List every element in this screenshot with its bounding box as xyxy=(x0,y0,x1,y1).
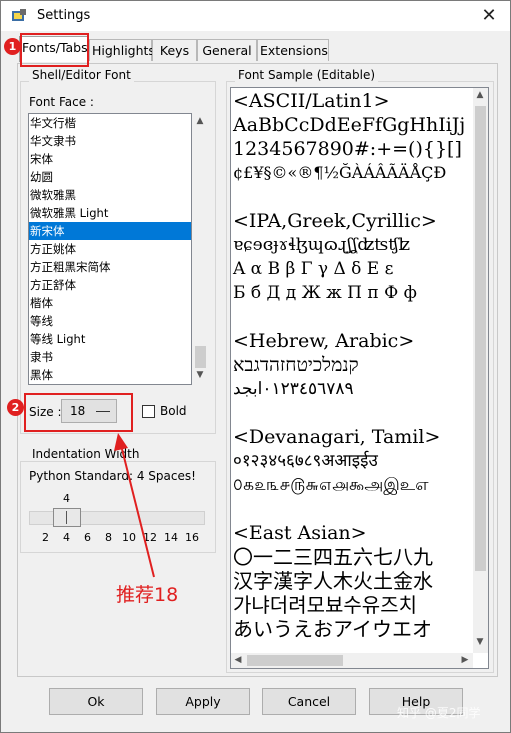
font-item[interactable]: 黑体 xyxy=(29,366,191,384)
annotation-badge-2: 2 xyxy=(7,399,24,416)
scroll-thumb[interactable] xyxy=(247,655,343,666)
sample-group-label: Font Sample (Editable) xyxy=(235,68,379,82)
annotation-arrow-icon xyxy=(114,433,155,578)
cancel-button[interactable]: Cancel xyxy=(262,688,356,715)
scroll-left-icon[interactable]: ◀ xyxy=(232,655,244,665)
font-item[interactable]: 微软雅黑 Light xyxy=(29,204,191,222)
font-item[interactable]: 华文行楷 xyxy=(29,114,191,132)
font-item[interactable]: 微软雅黑 xyxy=(29,186,191,204)
apply-button[interactable]: Apply xyxy=(156,688,250,715)
tick-label: 6 xyxy=(84,531,91,544)
annotation-box-size xyxy=(24,393,133,432)
tick-label: 4 xyxy=(63,531,70,544)
tab-highlights[interactable]: Highlights xyxy=(89,39,155,61)
tick-label: 2 xyxy=(42,531,49,544)
scroll-right-icon[interactable]: ▶ xyxy=(459,655,471,665)
sample-line: 汉字漢字人木火土金水 xyxy=(233,569,433,593)
sample-vscrollbar[interactable]: ▲ ▼ xyxy=(473,88,488,653)
tick-label: 14 xyxy=(164,531,178,544)
settings-window: Settings ✕ Fonts/Tabs Highlights Keys Ge… xyxy=(0,0,511,733)
sample-line: 1234567890#:+=(){}[] xyxy=(233,138,462,160)
bold-label: Bold xyxy=(160,404,187,418)
tab-keys[interactable]: Keys xyxy=(152,39,197,61)
font-item[interactable]: 幼圆 xyxy=(29,168,191,186)
sample-line: あいうえおアイウエオ xyxy=(233,617,432,641)
scroll-thumb[interactable] xyxy=(195,346,206,368)
app-icon xyxy=(11,9,27,23)
sample-line: A α B β Γ γ Δ δ Ε ε xyxy=(233,259,394,279)
watermark-text: 知乎 @夏2同学 xyxy=(397,706,481,720)
font-list-scrollbar[interactable]: ▲ ▼ xyxy=(193,114,208,384)
bold-checkbox[interactable] xyxy=(142,405,155,418)
font-face-label: Font Face : xyxy=(29,95,94,109)
scroll-thumb[interactable] xyxy=(475,106,486,571)
sample-line: <Devanagari, Tamil> xyxy=(233,426,441,448)
sample-hscrollbar[interactable]: ◀ ▶ xyxy=(231,653,473,668)
font-item[interactable]: 宋体 xyxy=(29,150,191,168)
scroll-up-icon[interactable]: ▲ xyxy=(474,90,486,100)
sample-line: 〇一二三四五六七八九 xyxy=(233,545,433,569)
sample-line: <Hebrew, Arabic> xyxy=(233,330,415,352)
sample-line: ٠١٢٣٤٥٦٧٨٩ابجد xyxy=(233,379,354,399)
font-sample-textarea[interactable]: <ASCII/Latin1> AaBbCcDdEeFfGgHhIiJj 1234… xyxy=(230,87,489,669)
tab-extensions[interactable]: Extensions xyxy=(257,39,329,61)
tab-general[interactable]: General xyxy=(197,39,257,61)
font-face-list[interactable]: 华文行楷 华文隶书 宋体 幼圆 微软雅黑 微软雅黑 Light 新宋体 方正姚体… xyxy=(28,113,192,385)
scroll-down-icon[interactable]: ▼ xyxy=(474,637,486,647)
shell-font-group-label: Shell/Editor Font xyxy=(29,68,134,82)
font-item[interactable]: 方正姚体 xyxy=(29,240,191,258)
window-title: Settings xyxy=(37,8,91,23)
ok-button[interactable]: Ok xyxy=(49,688,143,715)
annotation-recommend-text: 推荐18 xyxy=(116,584,179,606)
sample-line: קנמלכיטחזהדגבא xyxy=(233,354,359,376)
font-item[interactable]: 等线 Light xyxy=(29,330,191,348)
font-item[interactable]: 华文隶书 xyxy=(29,132,191,150)
annotation-box-tab xyxy=(20,33,89,67)
font-item[interactable]: 方正粗黑宋简体 xyxy=(29,258,191,276)
font-item-selected[interactable]: 新宋体 xyxy=(29,222,191,240)
sample-line: ௦௧௨௩௪௫௬௭௮௯அஇஉஎ xyxy=(233,475,429,495)
scroll-up-icon[interactable]: ▲ xyxy=(194,116,206,126)
indent-slider-handle[interactable] xyxy=(53,508,81,527)
sample-line: <ASCII/Latin1> xyxy=(233,90,390,112)
font-item[interactable]: 楷体 xyxy=(29,294,191,312)
sample-line: <IPA,Greek,Cyrillic> xyxy=(233,210,437,232)
sample-line: ०१२३४५६७८९अआइईउ xyxy=(233,451,378,471)
close-icon[interactable]: ✕ xyxy=(471,3,507,29)
tick-label: 16 xyxy=(185,531,199,544)
title-bar: Settings ✕ xyxy=(1,1,510,31)
indent-value: 4 xyxy=(63,492,70,505)
sample-line: AaBbCcDdEeFfGgHhIiJj xyxy=(233,114,466,136)
slider-grip-icon xyxy=(66,511,67,524)
font-item[interactable]: 等线 xyxy=(29,312,191,330)
sample-line: Б б Д д Ж ж П п Ф ф xyxy=(233,283,417,303)
sample-line: 가냐더려모뵤수유즈치 xyxy=(233,593,417,617)
sample-line: <East Asian> xyxy=(233,522,367,544)
font-item[interactable]: 方正舒体 xyxy=(29,276,191,294)
scroll-down-icon[interactable]: ▼ xyxy=(194,370,206,380)
sample-line: ¢£¥§©«®¶½ĞÀÁÂÃÄÅÇÐ xyxy=(233,163,447,182)
sample-line: ɐɕɘɞɟɤɬɮɰɷɻʃʆʣʦʧʫ xyxy=(233,235,410,255)
font-item[interactable]: 隶书 xyxy=(29,348,191,366)
annotation-badge-1: 1 xyxy=(4,38,21,55)
